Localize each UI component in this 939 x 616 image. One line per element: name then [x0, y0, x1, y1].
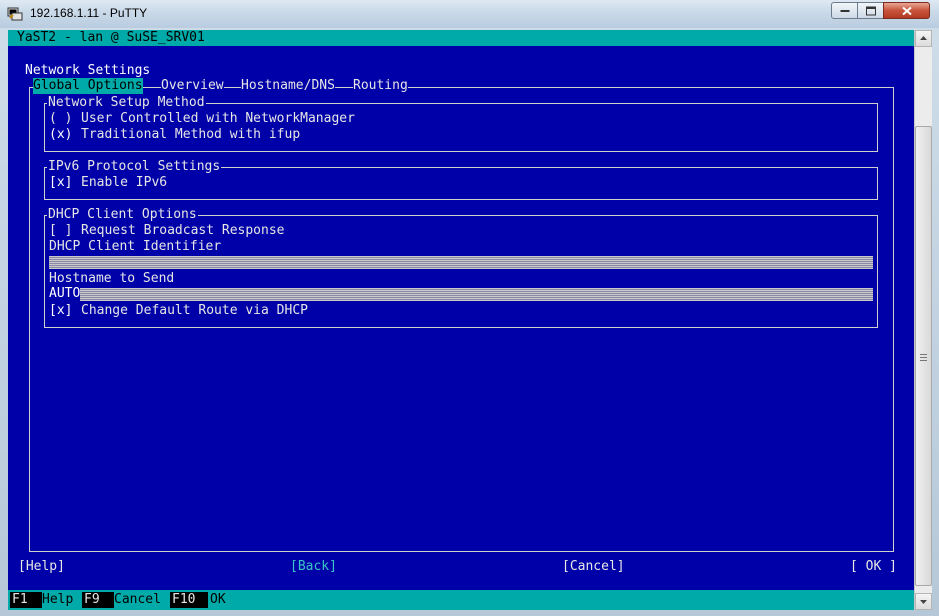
hostname-to-send-value: AUTO [49, 286, 81, 302]
ifup-radio[interactable]: (x) [49, 127, 72, 143]
f10-key[interactable]: F10 [170, 592, 208, 608]
minimize-icon [840, 9, 849, 12]
network-setup-method-legend: Network Setup Method [47, 95, 206, 111]
cancel-button[interactable]: [Cancel] [562, 559, 625, 575]
arrow-down-icon [920, 600, 927, 604]
grip-icon [920, 354, 927, 361]
tab-overview[interactable]: Overview [161, 78, 224, 94]
hostname-to-send-field[interactable]: AUTO [49, 286, 873, 302]
ok-button[interactable]: [ OK ] [850, 559, 897, 575]
f1-key[interactable]: F1 [10, 592, 42, 608]
f10-label[interactable]: OK [210, 592, 226, 608]
enable-ipv6-checkbox[interactable]: [x] [49, 175, 72, 191]
networkmanager-radio[interactable]: ( ) [49, 111, 72, 127]
function-key-bar: F1 Help F9 Cancel F10 OK [8, 590, 914, 610]
hostname-to-send-label: Hostname to Send [49, 271, 175, 286]
default-route-checkbox[interactable]: [x] [49, 303, 72, 319]
tab-hostname-dns[interactable]: Hostname/DNS [241, 78, 335, 94]
dhcp-client-identifier-label: DHCP Client Identifier [49, 239, 222, 254]
yast-title: YaST2 - lan @ SuSE_SRV01 [17, 30, 205, 45]
yast-title-bar: YaST2 - lan @ SuSE_SRV01 [8, 30, 914, 46]
close-icon [901, 6, 912, 15]
section-title: Network Settings [25, 63, 151, 78]
broadcast-response-label[interactable]: Request Broadcast Response [81, 223, 285, 239]
broadcast-response-checkbox[interactable]: [ ] [49, 223, 72, 239]
minimize-button[interactable] [831, 2, 858, 19]
window-title: 192.168.1.11 - PuTTY [30, 6, 148, 20]
maximize-icon [865, 6, 876, 15]
arrow-up-icon [920, 36, 927, 40]
scroll-up-button[interactable] [915, 30, 932, 47]
close-button[interactable] [883, 2, 930, 19]
dhcp-client-identifier-field[interactable] [49, 256, 873, 269]
enable-ipv6-label[interactable]: Enable IPv6 [81, 175, 167, 191]
putty-icon [7, 7, 23, 21]
maximize-button[interactable] [857, 2, 884, 19]
networkmanager-label[interactable]: User Controlled with NetworkManager [81, 111, 355, 127]
ifup-label[interactable]: Traditional Method with ifup [81, 127, 300, 143]
f1-label[interactable]: Help [42, 592, 73, 608]
f9-key[interactable]: F9 [82, 592, 114, 608]
vertical-scrollbar[interactable] [914, 30, 932, 610]
tab-global-options[interactable]: Global Options [33, 78, 143, 94]
scrollbar-thumb[interactable] [915, 126, 932, 586]
title-bar[interactable]: 192.168.1.11 - PuTTY [0, 0, 939, 28]
help-button[interactable]: [Help] [18, 559, 65, 575]
back-button[interactable]: [Back] [290, 559, 337, 575]
putty-window: 192.168.1.11 - PuTTY YaST2 - lan @ SuSE_… [0, 0, 939, 616]
terminal-area[interactable]: YaST2 - lan @ SuSE_SRV01 Network Setting… [8, 30, 914, 610]
dhcp-client-options-legend: DHCP Client Options [47, 207, 198, 223]
scroll-down-button[interactable] [915, 593, 932, 610]
tab-routing[interactable]: Routing [353, 78, 408, 94]
default-route-label[interactable]: Change Default Route via DHCP [81, 303, 308, 319]
ipv6-settings-legend: IPv6 Protocol Settings [47, 159, 222, 175]
f9-label[interactable]: Cancel [114, 592, 161, 608]
